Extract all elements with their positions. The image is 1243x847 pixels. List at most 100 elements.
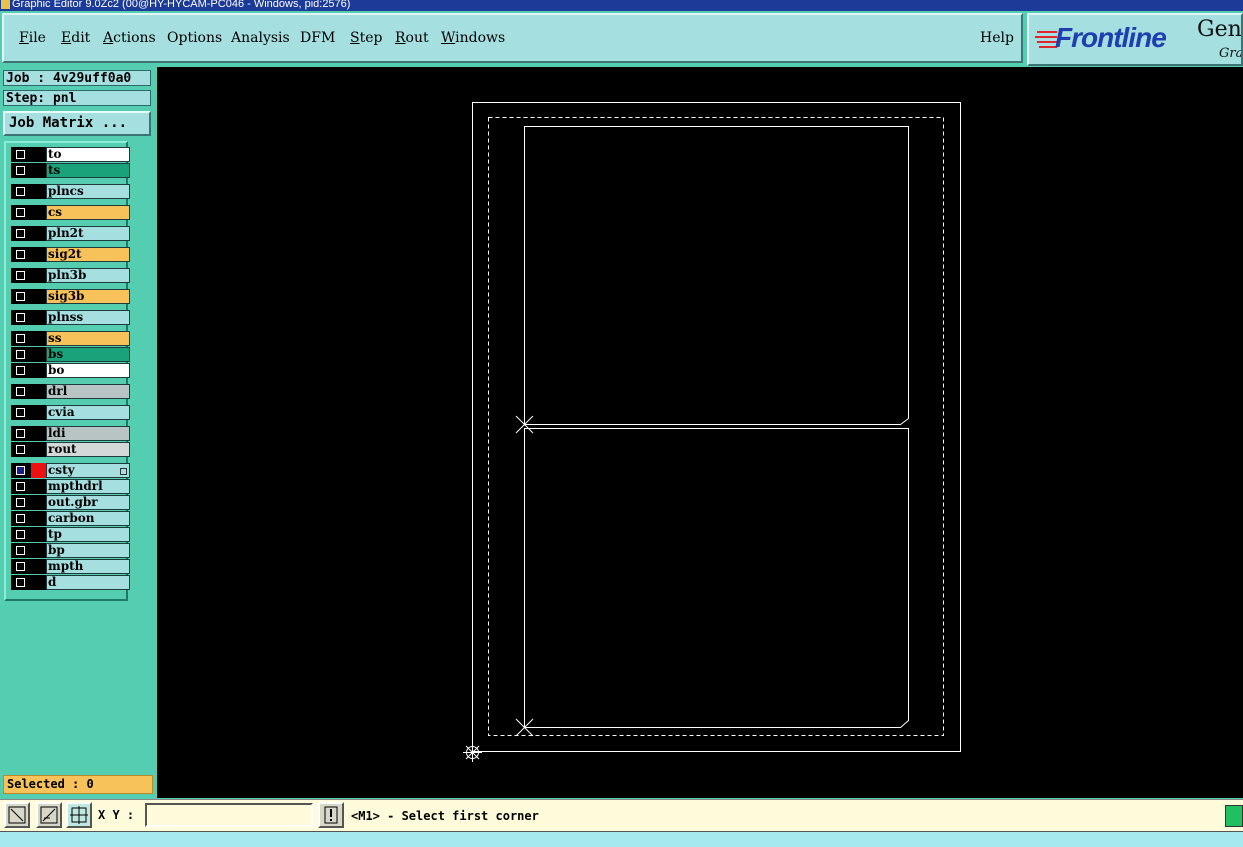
layer-checkbox[interactable] bbox=[16, 546, 25, 555]
zoom-fit-button[interactable] bbox=[4, 802, 30, 828]
layer-checkbox[interactable] bbox=[16, 187, 25, 196]
layer-row-to[interactable]: to bbox=[11, 147, 130, 162]
layer-name[interactable]: pln2t bbox=[46, 226, 130, 241]
xy-input[interactable] bbox=[145, 803, 313, 827]
layer-row-bo[interactable]: bo bbox=[11, 363, 130, 378]
layer-name[interactable]: carbon bbox=[46, 511, 130, 526]
layer-row-carbon[interactable]: carbon bbox=[11, 511, 130, 526]
layer-checkbox[interactable] bbox=[16, 514, 25, 523]
layer-name[interactable]: mpth bbox=[46, 559, 130, 574]
menu-step[interactable]: Step bbox=[350, 30, 382, 46]
layer-row-cs[interactable]: cs bbox=[11, 205, 130, 220]
layer-name[interactable]: sig3b bbox=[46, 289, 130, 304]
menu-windows[interactable]: Windows bbox=[441, 30, 505, 46]
layer-row-d[interactable]: d bbox=[11, 575, 130, 590]
layer-name[interactable]: d bbox=[46, 575, 130, 590]
origin-crosshair-icon bbox=[463, 743, 482, 762]
layer-checkbox[interactable] bbox=[16, 578, 25, 587]
layer-name[interactable]: ldi bbox=[46, 426, 130, 441]
layer-row-csty[interactable]: csty bbox=[11, 463, 130, 478]
layer-name[interactable]: bp bbox=[46, 543, 130, 558]
layer-row-out.gbr[interactable]: out.gbr bbox=[11, 495, 130, 510]
layer-checkbox[interactable] bbox=[16, 387, 25, 396]
job-matrix-button[interactable]: Job Matrix ... bbox=[3, 111, 151, 136]
layer-name[interactable]: sig2t bbox=[46, 247, 130, 262]
layer-name[interactable]: rout bbox=[46, 442, 130, 457]
menu-dfm[interactable]: DFM bbox=[300, 30, 335, 46]
layer-name[interactable]: cvia bbox=[46, 405, 130, 420]
layer-checkbox[interactable] bbox=[16, 482, 25, 491]
layer-checkbox[interactable] bbox=[16, 350, 25, 359]
layer-checkbox[interactable] bbox=[16, 562, 25, 571]
layer-name[interactable]: to bbox=[46, 147, 130, 162]
layer-row-bs[interactable]: bs bbox=[11, 347, 130, 362]
selected-count: Selected : 0 bbox=[3, 775, 153, 794]
layer-checkbox[interactable] bbox=[16, 150, 25, 159]
layer-name[interactable]: plncs bbox=[46, 184, 130, 199]
layer-list: to ts plncs cs pln2t sig2t pln3b sig3b plnss ss bs… bbox=[4, 141, 130, 601]
layer-row-plncs[interactable]: plncs bbox=[11, 184, 130, 199]
layer-checkbox[interactable] bbox=[16, 429, 25, 438]
menu-label: ctions bbox=[113, 30, 156, 46]
graphic-canvas[interactable] bbox=[157, 67, 1243, 798]
menu-edit[interactable]: Edit bbox=[61, 30, 90, 46]
layer-checkbox[interactable] bbox=[16, 498, 25, 507]
layer-checkbox[interactable] bbox=[16, 530, 25, 539]
layer-name[interactable]: ts bbox=[46, 163, 130, 178]
upper-board-outline bbox=[524, 126, 909, 425]
right-edge-button[interactable] bbox=[1225, 805, 1243, 827]
layer-name[interactable]: ss bbox=[46, 331, 130, 346]
layer-name[interactable]: bs bbox=[46, 347, 130, 362]
layer-row-plnss[interactable]: plnss bbox=[11, 310, 130, 325]
layer-checkbox[interactable] bbox=[16, 271, 25, 280]
layer-row-ts[interactable]: ts bbox=[11, 163, 130, 178]
layer-row-mpth[interactable]: mpth bbox=[11, 559, 130, 574]
layer-name[interactable]: plnss bbox=[46, 310, 130, 325]
xy-label: X Y : bbox=[98, 808, 135, 822]
layer-checkbox[interactable] bbox=[16, 229, 25, 238]
layer-name[interactable]: bo bbox=[46, 363, 130, 378]
layer-row-pln2t[interactable]: pln2t bbox=[11, 226, 130, 241]
layer-checkbox[interactable] bbox=[16, 292, 25, 301]
layer-checkbox[interactable] bbox=[16, 166, 25, 175]
layer-name[interactable]: csty bbox=[46, 463, 130, 478]
layer-name[interactable]: cs bbox=[46, 205, 130, 220]
menu-bar: File Edit Actions Options Analysis DFM Step Rou… bbox=[2, 13, 1023, 63]
layer-checkbox[interactable] bbox=[16, 408, 25, 417]
layer-row-bp[interactable]: bp bbox=[11, 543, 130, 558]
layer-expand-icon[interactable] bbox=[120, 468, 127, 475]
layer-row-drl[interactable]: drl bbox=[11, 384, 130, 399]
layer-row-ldi[interactable]: ldi bbox=[11, 426, 130, 441]
layer-checkbox[interactable] bbox=[16, 208, 25, 217]
layer-name[interactable]: pln3b bbox=[46, 268, 130, 283]
layer-row-sig3b[interactable]: sig3b bbox=[11, 289, 130, 304]
menu-actions[interactable]: Actions bbox=[103, 30, 156, 46]
layer-row-ss[interactable]: ss bbox=[11, 331, 130, 346]
layer-checkbox[interactable] bbox=[16, 250, 25, 259]
layer-checkbox[interactable] bbox=[16, 366, 25, 375]
layer-checkbox[interactable] bbox=[16, 334, 25, 343]
menu-options[interactable]: Options bbox=[167, 30, 222, 46]
measure-button[interactable] bbox=[36, 802, 62, 828]
menu-help[interactable]: Help bbox=[980, 30, 1014, 46]
bottom-toolbar: X Y : <M1> - Select first corner bbox=[0, 799, 1243, 832]
menu-mnemonic: E bbox=[61, 30, 72, 46]
layer-row-rout[interactable]: rout bbox=[11, 442, 130, 457]
alert-button[interactable] bbox=[318, 802, 344, 828]
layer-name[interactable]: drl bbox=[46, 384, 130, 399]
layer-row-pln3b[interactable]: pln3b bbox=[11, 268, 130, 283]
layer-name[interactable]: tp bbox=[46, 527, 130, 542]
snap-grid-button[interactable] bbox=[66, 802, 92, 828]
layer-row-cvia[interactable]: cvia bbox=[11, 405, 130, 420]
layer-checkbox[interactable] bbox=[16, 466, 25, 475]
layer-row-tp[interactable]: tp bbox=[11, 527, 130, 542]
layer-name[interactable]: mpthdrl bbox=[46, 479, 130, 494]
layer-row-mpthdrl[interactable]: mpthdrl bbox=[11, 479, 130, 494]
layer-row-sig2t[interactable]: sig2t bbox=[11, 247, 130, 262]
layer-name[interactable]: out.gbr bbox=[46, 495, 130, 510]
menu-file[interactable]: File bbox=[19, 30, 46, 46]
menu-rout[interactable]: Rout bbox=[395, 30, 429, 46]
layer-checkbox[interactable] bbox=[16, 445, 25, 454]
menu-analysis[interactable]: Analysis bbox=[231, 30, 290, 46]
layer-checkbox[interactable] bbox=[16, 313, 25, 322]
